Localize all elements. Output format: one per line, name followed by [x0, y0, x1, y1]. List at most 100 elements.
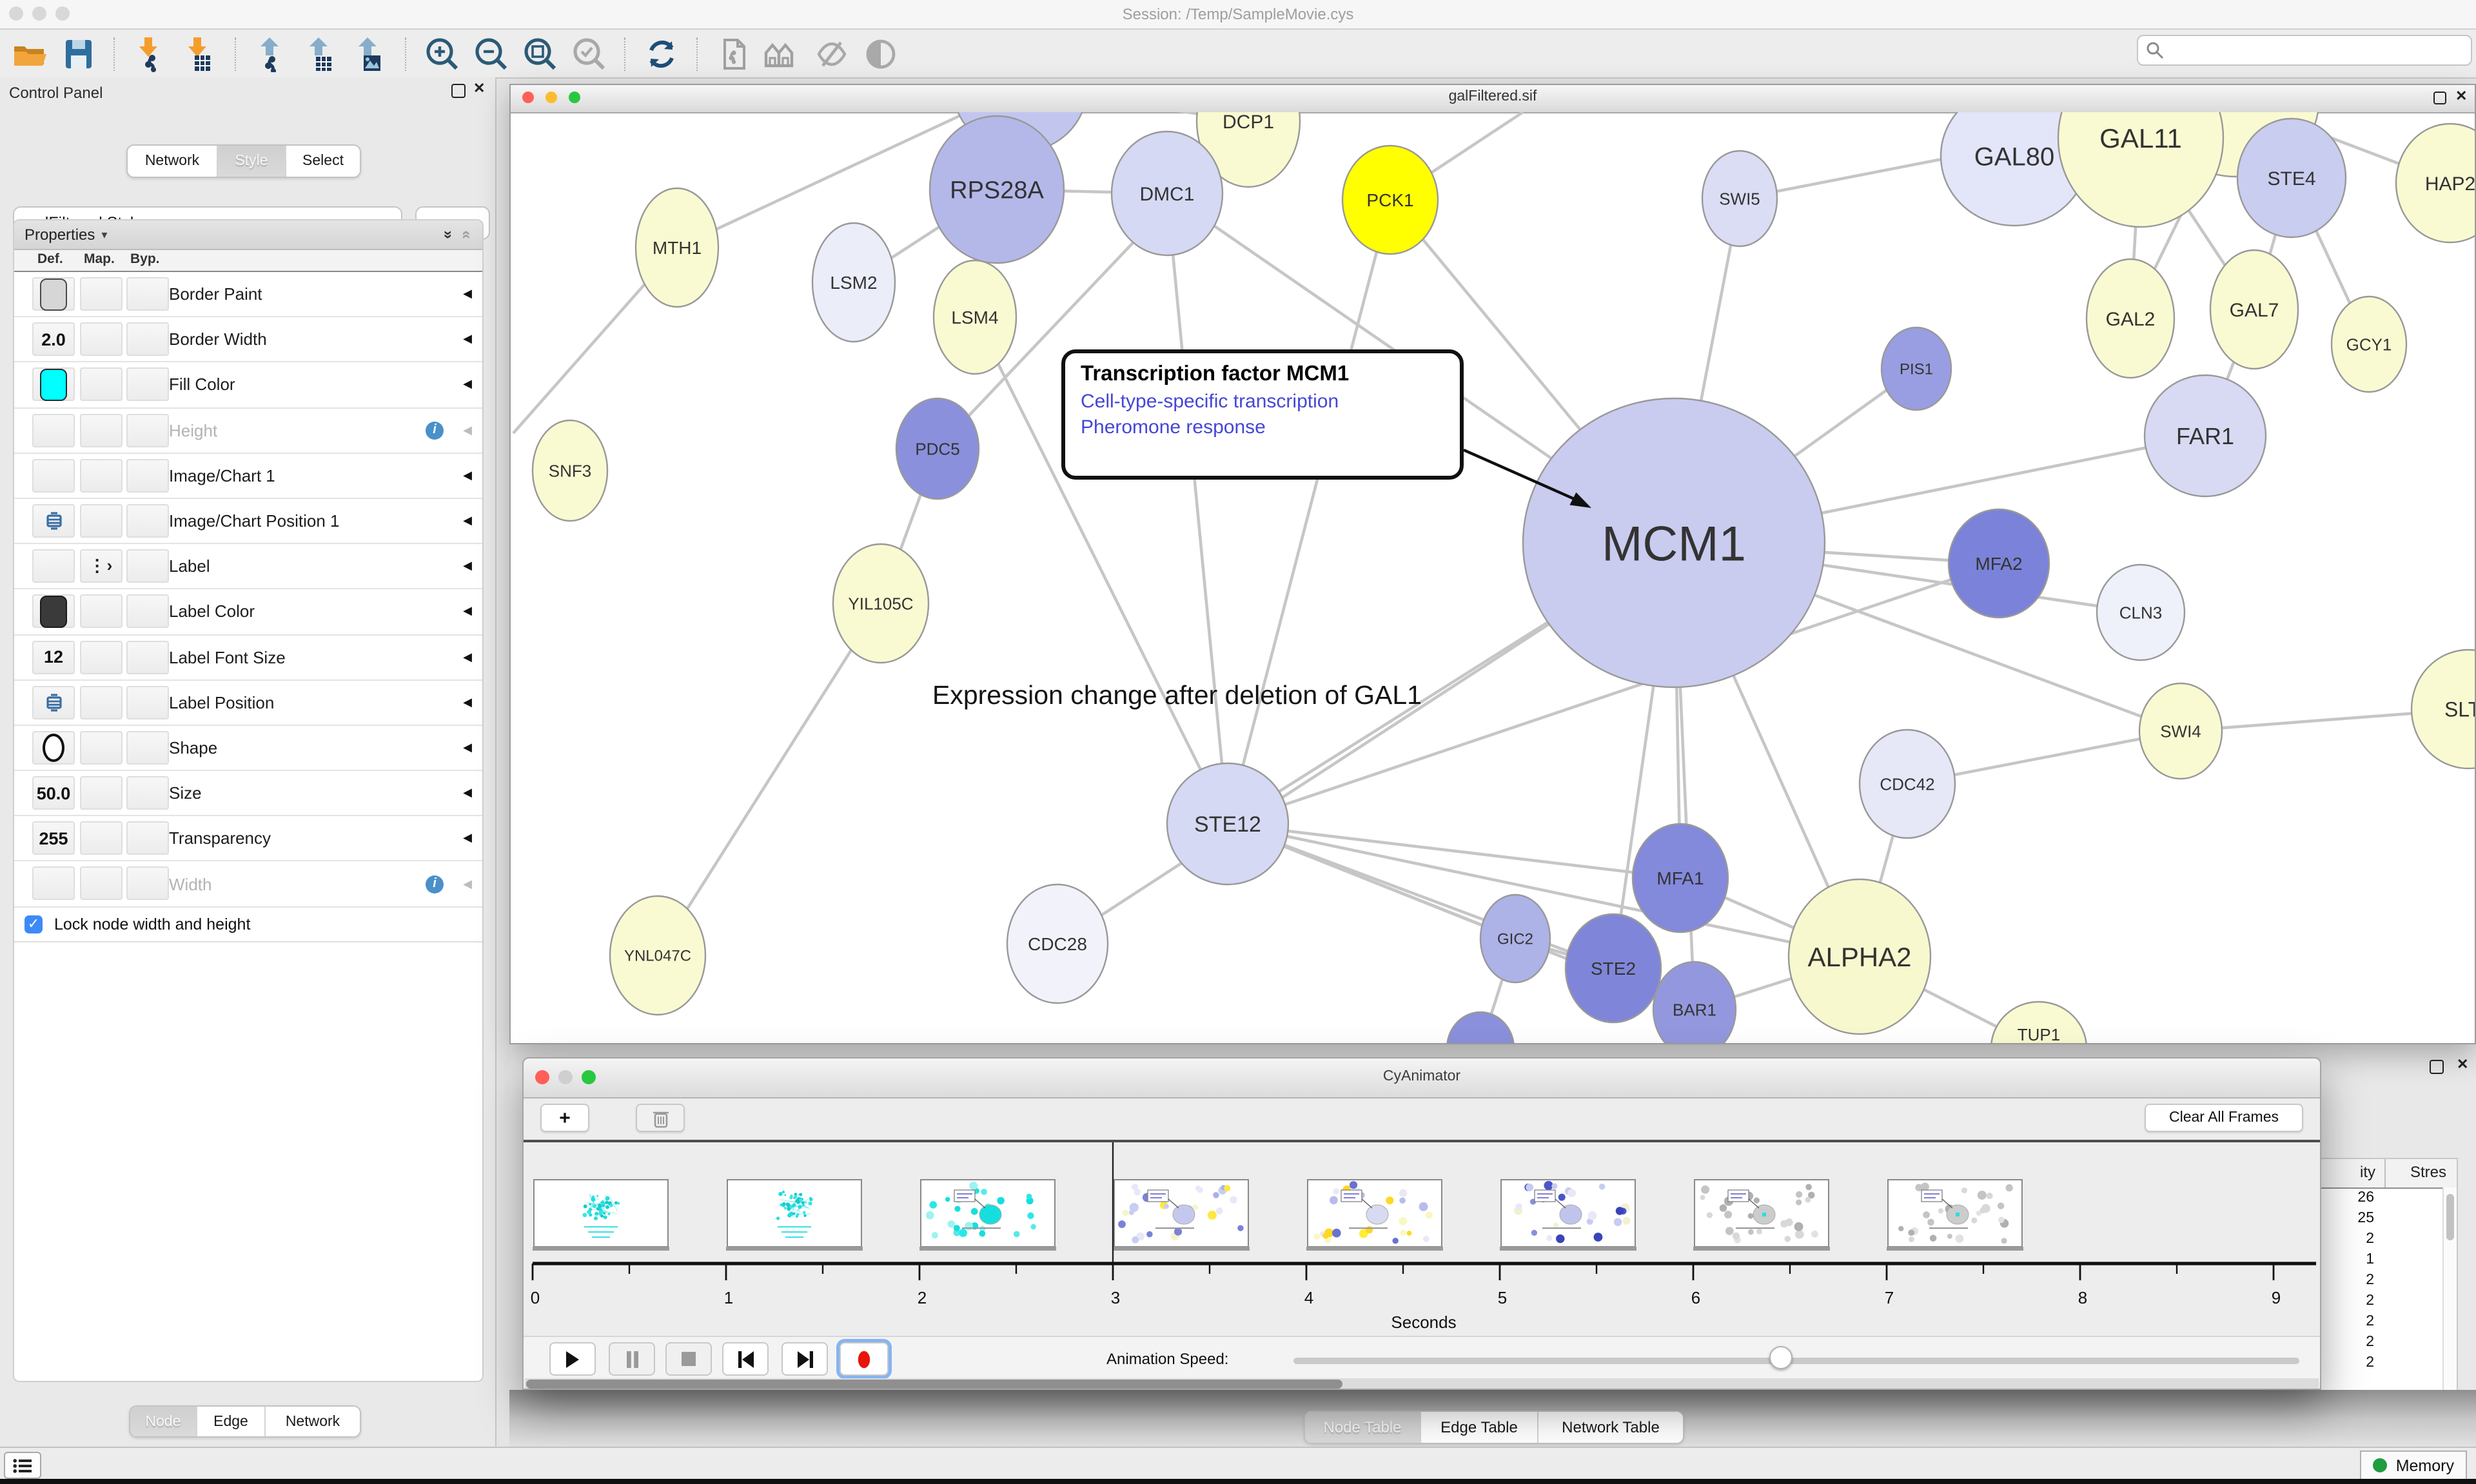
- expand-row-arrow[interactable]: ◀: [463, 786, 472, 800]
- def-cell[interactable]: [32, 413, 75, 447]
- map-cell[interactable]: [80, 322, 123, 356]
- timeline-scrollbar[interactable]: [525, 1378, 2319, 1389]
- export-network-button[interactable]: [251, 33, 293, 74]
- property-row-label-color[interactable]: Label Color◀: [14, 590, 482, 635]
- previous-frame-button[interactable]: [722, 1342, 769, 1376]
- property-row-label[interactable]: ⋮›Label◀: [14, 544, 482, 589]
- map-cell[interactable]: [80, 822, 123, 855]
- tab-network[interactable]: Network: [128, 146, 218, 177]
- refresh-layout-button[interactable]: [641, 33, 682, 74]
- expand-row-arrow[interactable]: ◀: [463, 514, 472, 528]
- map-cell[interactable]: [80, 731, 123, 765]
- open-session-button[interactable]: [9, 33, 50, 74]
- def-cell[interactable]: [32, 504, 75, 538]
- tab-edge-table[interactable]: Edge Table: [1421, 1412, 1538, 1443]
- map-cell[interactable]: [80, 776, 123, 810]
- map-cell[interactable]: ⋮›: [80, 549, 123, 583]
- def-cell[interactable]: [32, 549, 75, 583]
- property-row-transparency[interactable]: 255Transparency◀: [14, 817, 482, 862]
- tab-node[interactable]: Node: [130, 1407, 197, 1436]
- frame-thumbnail-0[interactable]: [533, 1180, 669, 1251]
- map-cell[interactable]: [80, 413, 123, 447]
- frame-thumbnail-2[interactable]: [919, 1180, 1056, 1251]
- map-cell[interactable]: [80, 640, 123, 674]
- animation-timeline[interactable]: 0123456789Seconds: [525, 1142, 2321, 1336]
- property-row-height[interactable]: Heighti◀: [14, 408, 482, 453]
- play-button[interactable]: [549, 1342, 596, 1376]
- collapse-all-icon[interactable]: «: [458, 230, 477, 239]
- export-image-button[interactable]: [349, 33, 391, 74]
- byp-cell[interactable]: [126, 504, 169, 538]
- property-row-border-paint[interactable]: Border Paint◀: [14, 272, 482, 317]
- property-row-image-chart-1[interactable]: Image/Chart 1◀: [14, 454, 482, 499]
- expand-row-arrow[interactable]: ◀: [463, 741, 472, 755]
- annotation-link-2[interactable]: Pheromone response: [1081, 416, 1444, 438]
- table-vertical-scrollbar[interactable]: [2442, 1187, 2457, 1401]
- def-cell[interactable]: [32, 459, 75, 493]
- info-icon[interactable]: i: [426, 421, 444, 439]
- next-frame-button[interactable]: [781, 1342, 828, 1376]
- def-cell[interactable]: [32, 277, 75, 311]
- expand-row-arrow[interactable]: ◀: [463, 333, 472, 347]
- zoom-fit-button[interactable]: [520, 33, 561, 74]
- def-cell[interactable]: [32, 595, 75, 629]
- expand-row-arrow[interactable]: ◀: [463, 469, 472, 483]
- tab-style[interactable]: Style: [218, 146, 286, 177]
- expand-row-arrow[interactable]: ◀: [463, 559, 472, 573]
- def-cell[interactable]: 255: [32, 822, 75, 855]
- byp-cell[interactable]: [126, 459, 169, 493]
- property-row-width[interactable]: Widthi◀: [14, 862, 482, 907]
- properties-header[interactable]: Properties ▾ « «: [14, 220, 482, 250]
- hide-selected-button[interactable]: [811, 33, 852, 74]
- import-table-button[interactable]: [179, 33, 221, 74]
- show-panels-button[interactable]: [4, 1452, 41, 1479]
- stop-button[interactable]: [665, 1342, 712, 1376]
- scrollbar-thumb[interactable]: [2446, 1194, 2453, 1240]
- clear-all-frames-button[interactable]: Clear All Frames: [2145, 1104, 2303, 1132]
- float-window-icon[interactable]: [2433, 92, 2446, 108]
- byp-cell[interactable]: [126, 640, 169, 674]
- import-network-button[interactable]: [130, 33, 172, 74]
- export-table-button[interactable]: [300, 33, 342, 74]
- annotation-link-1[interactable]: Cell-type-specific transcription: [1081, 391, 1444, 413]
- frame-thumbnail-3[interactable]: [1113, 1180, 1250, 1251]
- property-row-label-font-size[interactable]: 12Label Font Size◀: [14, 635, 482, 680]
- expand-row-arrow[interactable]: ◀: [463, 423, 472, 437]
- annotation-mcm1[interactable]: Transcription factor MCM1 Cell-type-spec…: [1061, 349, 1464, 480]
- pause-button[interactable]: [609, 1342, 655, 1376]
- close-panel-icon[interactable]: ✕: [2457, 1059, 2468, 1073]
- tab-network-table[interactable]: Network Table: [1538, 1412, 1683, 1443]
- def-cell[interactable]: 12: [32, 640, 75, 674]
- column-divider[interactable]: [2384, 1159, 2386, 1187]
- network-caption[interactable]: Expression change after deletion of GAL1: [932, 681, 1422, 712]
- frame-thumbnail-7[interactable]: [1887, 1180, 2023, 1251]
- map-cell[interactable]: [80, 459, 123, 493]
- add-frame-button[interactable]: +: [540, 1104, 589, 1132]
- byp-cell[interactable]: [126, 595, 169, 629]
- network-node-purple1[interactable]: [1447, 1012, 1514, 1043]
- def-cell[interactable]: 2.0: [32, 322, 75, 356]
- zoom-out-button[interactable]: [471, 33, 512, 74]
- copy-network-button[interactable]: [713, 33, 754, 74]
- frame-thumbnail-1[interactable]: [726, 1180, 863, 1251]
- map-cell[interactable]: [80, 277, 123, 311]
- property-row-border-width[interactable]: 2.0Border Width◀: [14, 317, 482, 362]
- zoom-in-button[interactable]: [422, 33, 463, 74]
- expand-row-arrow[interactable]: ◀: [463, 832, 472, 846]
- def-cell[interactable]: [32, 368, 75, 402]
- scrollbar-thumb[interactable]: [526, 1379, 1342, 1388]
- checkbox-checked-icon[interactable]: ✓: [25, 915, 43, 933]
- close-panel-icon[interactable]: ✕: [473, 83, 485, 97]
- frame-thumbnail-6[interactable]: [1693, 1180, 1830, 1251]
- tab-edge[interactable]: Edge: [197, 1407, 266, 1436]
- save-session-button[interactable]: [58, 33, 99, 74]
- close-view-icon[interactable]: ✕: [2455, 90, 2467, 104]
- expand-row-arrow[interactable]: ◀: [463, 650, 472, 664]
- search-field[interactable]: [2137, 35, 2472, 66]
- byp-cell[interactable]: [126, 322, 169, 356]
- memory-button[interactable]: Memory: [2360, 1450, 2467, 1480]
- slider-thumb[interactable]: [1769, 1346, 1793, 1369]
- map-cell[interactable]: [80, 595, 123, 629]
- byp-cell[interactable]: [126, 413, 169, 447]
- info-icon[interactable]: i: [426, 875, 444, 893]
